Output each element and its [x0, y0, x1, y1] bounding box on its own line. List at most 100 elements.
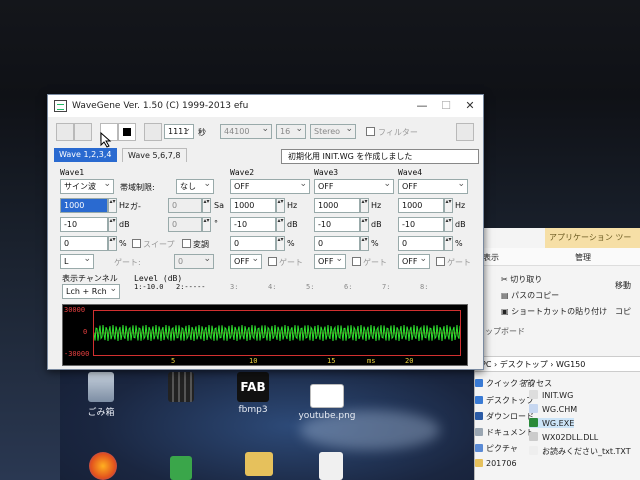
sweep-checkbox[interactable]	[132, 239, 141, 248]
desktop-icon-doc[interactable]	[300, 452, 362, 480]
image-file-icon	[310, 384, 344, 408]
wave1-percent-input[interactable]: 0	[60, 236, 108, 251]
tab-wave-5-8[interactable]: Wave 5,6,7,8	[122, 148, 187, 162]
copy-button[interactable]: コピ	[615, 306, 631, 317]
wave1-percent-spinner[interactable]: ▴▾	[108, 236, 117, 251]
maximize-button[interactable]: ☐	[434, 95, 458, 117]
file-item[interactable]: WX02DLL.DLL	[529, 432, 598, 442]
sample-rate-select[interactable]: 44100	[220, 124, 272, 139]
ribbon-context-tab[interactable]: アプリケーション ツール	[545, 228, 640, 262]
nav-quick-access[interactable]: クイック アクセス	[475, 378, 552, 389]
wave1-type-select[interactable]: サイン波	[60, 179, 114, 194]
wave1-channel-select[interactable]: L	[60, 254, 94, 269]
cut-button[interactable]: ✂ 切り取り	[501, 274, 542, 285]
waveform-x-tick: 5	[171, 357, 176, 365]
wave1-frequency-input[interactable]: 1000	[60, 198, 108, 213]
duration-select[interactable]: 1111	[164, 124, 194, 139]
display-channel-select[interactable]: Lch + Rch	[62, 284, 120, 299]
wave2-gate-checkbox[interactable]	[268, 257, 277, 266]
desktop-icon-youtube[interactable]: youtube.png	[296, 384, 358, 421]
wave1-frequency-spinner[interactable]: ▴▾	[108, 198, 117, 213]
settings-button[interactable]	[456, 123, 474, 141]
waveform-x-unit: ms	[367, 357, 376, 365]
wave1-level-spinner[interactable]: ▴▾	[108, 217, 117, 232]
nav-label: ドキュメント	[486, 428, 534, 437]
dll-file-icon	[529, 432, 538, 441]
wave4-percent-spinner[interactable]: ▴▾	[444, 236, 453, 251]
wave3-gate-select[interactable]: OFF	[314, 254, 346, 269]
file-item[interactable]: INIT.WG	[529, 390, 573, 400]
wave2-type-select[interactable]: OFF	[230, 179, 310, 194]
desktop-icon-recycle-bin[interactable]: ごみ箱	[70, 372, 132, 418]
stop-button[interactable]	[118, 123, 136, 141]
wave3-gate-checkbox[interactable]	[352, 257, 361, 266]
tab-wave-1-4[interactable]: Wave 1,2,3,4	[54, 148, 117, 162]
title-bar[interactable]: WaveGene Ver. 1.50 (C) 1999-2013 efu — ☐…	[48, 95, 483, 117]
wave4-frequency-spinner[interactable]: ▴▾	[444, 198, 453, 213]
bit-depth-select[interactable]: 16	[276, 124, 306, 139]
documents-icon	[475, 428, 483, 436]
wave2-level-spinner[interactable]: ▴▾	[276, 217, 285, 232]
desktop-icon-folder[interactable]	[228, 452, 290, 479]
ribbon-tab-view[interactable]: 表示	[483, 252, 499, 263]
wave2-gate-select[interactable]: OFF	[230, 254, 262, 269]
paste-shortcut-button[interactable]: ▣ ショートカットの貼り付け	[501, 306, 607, 317]
wave3-type-select[interactable]: OFF	[314, 179, 394, 194]
desktop-icon-fbmp3[interactable]: FAB fbmp3	[222, 372, 284, 415]
wave3-level-input[interactable]: -10	[314, 217, 360, 232]
file-item[interactable]: WG.CHM	[529, 404, 577, 414]
gauss-input[interactable]: 0	[168, 198, 202, 213]
phase-input[interactable]: 0	[168, 217, 202, 232]
wave2-level-input[interactable]: -10	[230, 217, 276, 232]
scissors-icon: ✂	[501, 275, 511, 284]
wave3-level-spinner[interactable]: ▴▾	[360, 217, 369, 232]
star-icon	[475, 379, 483, 387]
ribbon-tab-manage[interactable]: 管理	[575, 252, 591, 263]
desktop-icon-firefox[interactable]	[72, 452, 134, 480]
wave4-level-input[interactable]: -10	[398, 217, 444, 232]
gauss-label: ガ-	[130, 202, 141, 211]
wave2-percent-input[interactable]: 0	[230, 236, 276, 251]
wave4-percent-input[interactable]: 0	[398, 236, 444, 251]
wave4-gate-checkbox[interactable]	[436, 257, 445, 266]
recycle-bin-icon	[88, 372, 114, 402]
save-file-button[interactable]	[74, 123, 92, 141]
wave2-percent-spinner[interactable]: ▴▾	[276, 236, 285, 251]
desktop-icon-r[interactable]	[150, 456, 212, 480]
move-button[interactable]: 移動	[615, 280, 631, 291]
open-file-button[interactable]	[56, 123, 74, 141]
gauss-spinner[interactable]: ▴▾	[202, 198, 211, 213]
close-button[interactable]: ✕	[458, 95, 482, 117]
copy-path-button[interactable]: ▤ パスのコピー	[501, 290, 559, 301]
wave2-frequency-input[interactable]: 1000	[230, 198, 276, 213]
channels-select[interactable]: Stereo	[310, 124, 356, 139]
address-bar[interactable]: PC › デスクトップ › WG150	[475, 356, 640, 372]
filter-checkbox[interactable]	[366, 127, 375, 136]
wave3-frequency-spinner[interactable]: ▴▾	[360, 198, 369, 213]
desktop-icon-film[interactable]	[150, 372, 212, 405]
wave4-gate-select[interactable]: OFF	[398, 254, 430, 269]
wave3-percent-input[interactable]: 0	[314, 236, 360, 251]
wave4-level-spinner[interactable]: ▴▾	[444, 217, 453, 232]
nav-folder-201706[interactable]: 201706	[475, 459, 545, 468]
band-limit-select[interactable]: なし	[176, 179, 214, 194]
wave2-frequency-spinner[interactable]: ▴▾	[276, 198, 285, 213]
file-name: WX02DLL.DLL	[542, 433, 599, 442]
file-item[interactable]: お読みください_txt.TXT	[529, 446, 631, 457]
text-file-icon	[529, 446, 538, 455]
minimize-button[interactable]: —	[410, 95, 434, 117]
duration-unit: 秒	[198, 128, 206, 137]
wave4-type-select[interactable]: OFF	[398, 179, 468, 194]
nav-label: 201706	[486, 459, 517, 468]
wave4-header: Wave4	[398, 168, 423, 177]
band-limit-label: 帯域制限:	[120, 183, 155, 192]
wave3-frequency-input[interactable]: 1000	[314, 198, 360, 213]
loop-button[interactable]	[144, 123, 162, 141]
wave1-level-input[interactable]: -10	[60, 217, 108, 232]
gate-select[interactable]: 0	[174, 254, 214, 269]
modulation-checkbox[interactable]	[182, 239, 191, 248]
file-item-selected[interactable]: WG.EXE	[529, 418, 575, 428]
phase-spinner[interactable]: ▴▾	[202, 217, 211, 232]
wave4-frequency-input[interactable]: 1000	[398, 198, 444, 213]
wave3-percent-spinner[interactable]: ▴▾	[360, 236, 369, 251]
